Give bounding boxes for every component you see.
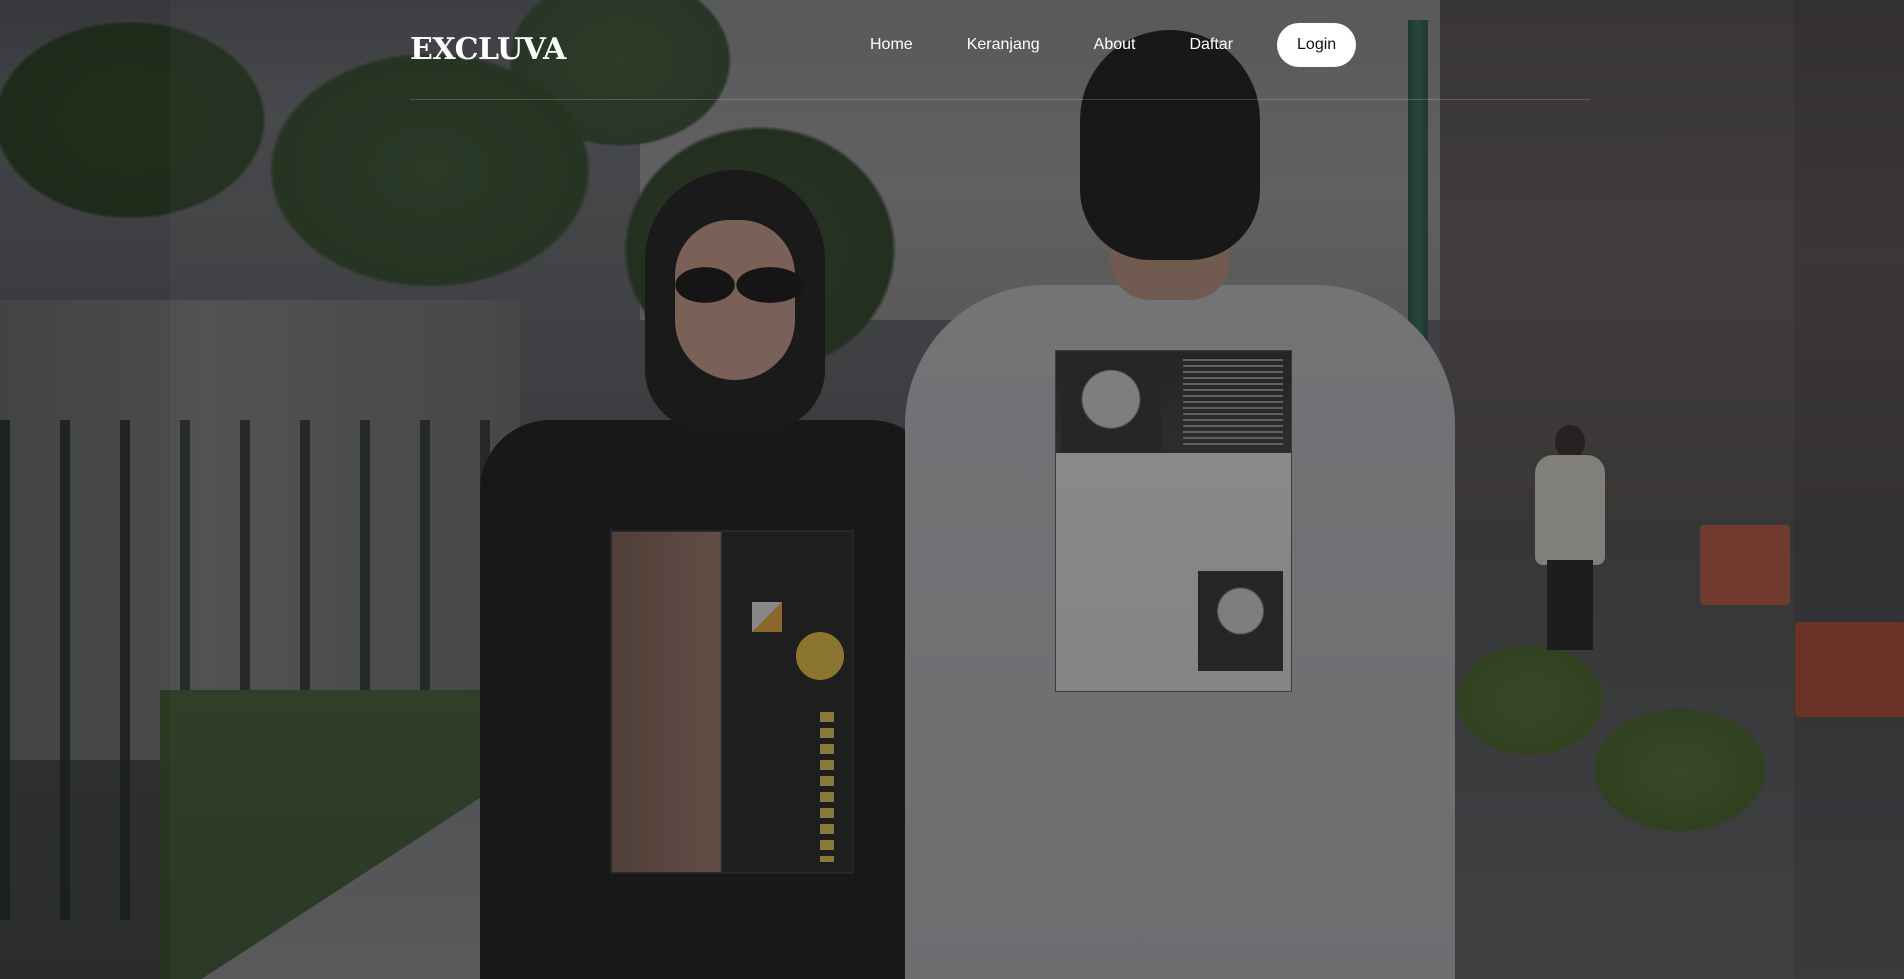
nav-link-keranjang[interactable]: Keranjang <box>967 27 1040 63</box>
login-button[interactable]: Login <box>1277 23 1357 67</box>
nav-link-about[interactable]: About <box>1094 27 1136 63</box>
hero-center-panel <box>170 0 1794 979</box>
nav-link-home[interactable]: Home <box>870 27 913 63</box>
navbar: EXCLUVA Home Keranjang About Daftar Logi… <box>410 0 1590 100</box>
nav-link-daftar[interactable]: Daftar <box>1189 27 1233 63</box>
nav-links: Home Keranjang About Daftar Login <box>870 23 1357 67</box>
navbar-divider <box>410 99 1590 100</box>
hero-section: EXCLUVA Home Keranjang About Daftar Logi… <box>0 0 1904 979</box>
brand-logo[interactable]: EXCLUVA <box>410 32 566 67</box>
